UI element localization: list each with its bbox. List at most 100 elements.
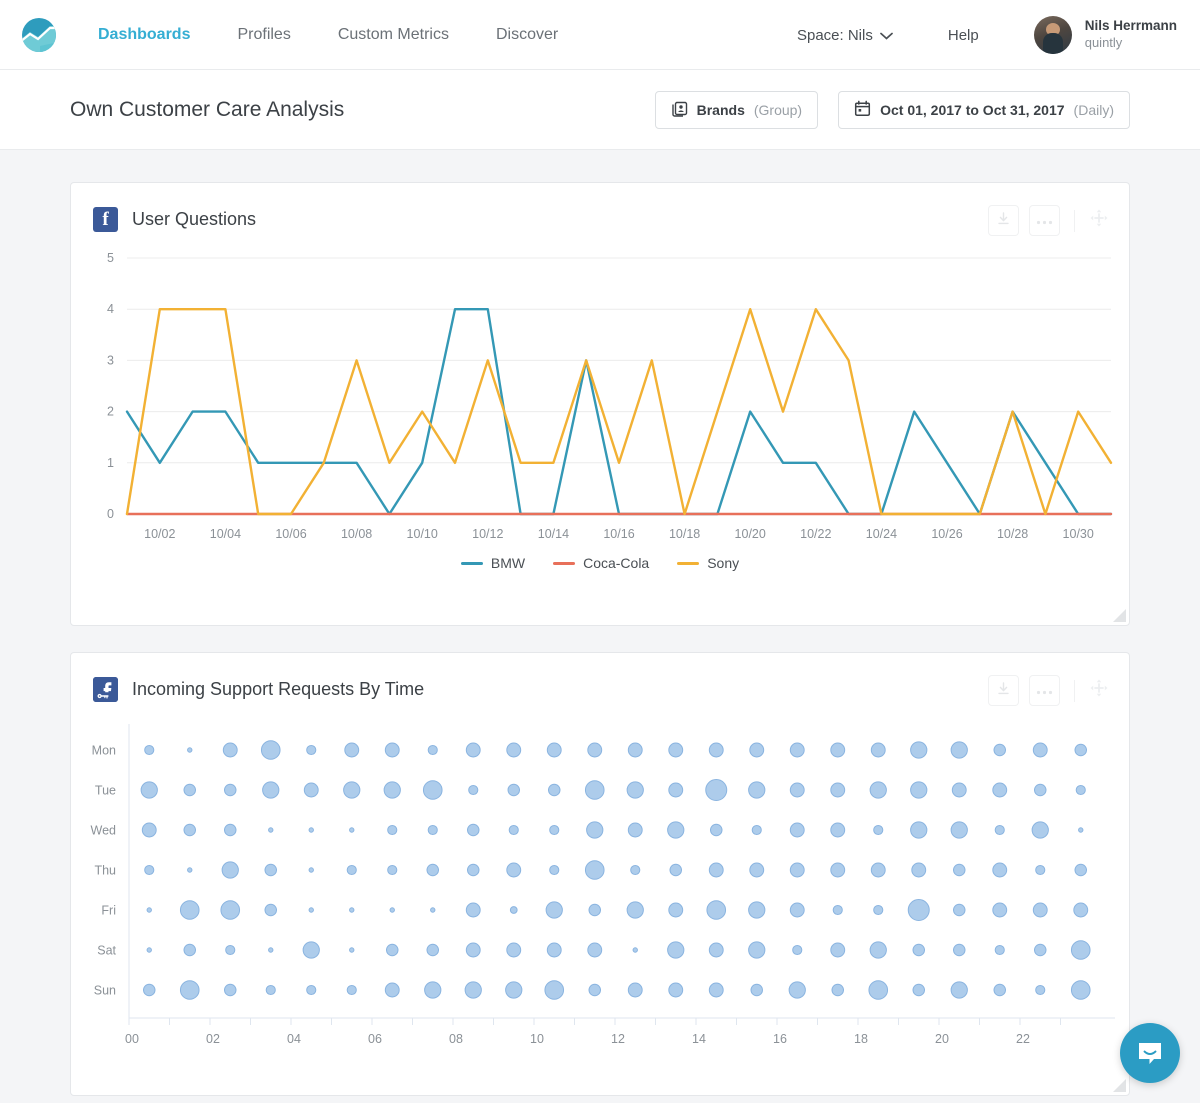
- main-nav: Dashboards Profiles Custom Metrics Disco…: [98, 26, 605, 44]
- legend-item-sony[interactable]: Sony: [677, 555, 739, 571]
- svg-text:10/16: 10/16: [603, 527, 634, 541]
- support-requests-bubble-chart[interactable]: Mon Tue Wed Thu Fri Sat Sun 00 02 04 06 08 10 12 14 16 1…: [81, 714, 1121, 1084]
- legend-label: Sony: [707, 555, 740, 571]
- legend-label: Coca-Cola: [583, 555, 650, 571]
- svg-text:10/26: 10/26: [931, 527, 962, 541]
- card-title: User Questions: [132, 209, 257, 229]
- svg-text:3: 3: [107, 353, 114, 367]
- svg-text:10/02: 10/02: [144, 527, 175, 541]
- legend-item-bmw[interactable]: BMW: [460, 555, 526, 571]
- help-link[interactable]: Help: [948, 27, 979, 44]
- svg-text:Tue: Tue: [95, 784, 116, 798]
- move-handle-button[interactable]: [1089, 208, 1109, 233]
- dashboard-content: f User Questions 0 1 2 3 4 5 10/02 10/04…: [0, 150, 1200, 1096]
- user-info: Nils Herrmann quintly: [1085, 18, 1177, 52]
- svg-text:04: 04: [287, 1032, 301, 1046]
- user-name: Nils Herrmann: [1084, 18, 1177, 34]
- intercom-chat-button[interactable]: [1120, 1023, 1180, 1083]
- card-resize-handle[interactable]: [1112, 1078, 1126, 1092]
- svg-text:10/12: 10/12: [472, 527, 503, 541]
- download-icon: [996, 211, 1011, 231]
- card-header: f User Questions: [71, 183, 1129, 238]
- more-options-icon: [1036, 212, 1053, 230]
- group-filter-suffix: (Group): [753, 101, 803, 118]
- svg-text:10/22: 10/22: [800, 527, 831, 541]
- card-toolbar: [988, 675, 1109, 706]
- svg-text:5: 5: [107, 251, 114, 265]
- user-questions-line-chart[interactable]: 0 1 2 3 4 5 10/02 10/04 10/06 10/08 10/10 10/12 10/1…: [81, 244, 1121, 544]
- space-selector-label: Space: Nils: [796, 26, 873, 44]
- svg-text:1: 1: [107, 456, 114, 470]
- svg-text:10/08: 10/08: [341, 527, 372, 541]
- svg-text:Mon: Mon: [92, 744, 116, 758]
- line-chart-area: 0 1 2 3 4 5 10/02 10/04 10/06 10/08 10/10 10/12 10/1…: [71, 238, 1129, 549]
- svg-text:00: 00: [125, 1032, 139, 1046]
- move-handle-button[interactable]: [1089, 678, 1109, 703]
- svg-text:02: 02: [206, 1032, 220, 1046]
- calendar-icon: [854, 100, 871, 120]
- svg-text:Wed: Wed: [91, 824, 117, 838]
- date-range-button[interactable]: Oct 01, 2017 to Oct 31, 2017 (Daily): [838, 90, 1130, 129]
- card-title: Incoming Support Requests By Time: [132, 679, 425, 699]
- svg-text:10/18: 10/18: [669, 527, 700, 541]
- card-toolbar: [988, 205, 1109, 236]
- chevron-down-icon: [880, 27, 893, 44]
- svg-text:0: 0: [107, 507, 114, 521]
- bubble-chart-area: Mon Tue Wed Thu Fri Sat Sun 00 02 04 06 08 10 12 14 16 1…: [71, 708, 1129, 1089]
- svg-text:Sat: Sat: [97, 944, 116, 958]
- svg-text:10/28: 10/28: [997, 527, 1028, 541]
- move-handle-icon: [1090, 209, 1108, 227]
- facebook-icon: f: [93, 207, 118, 232]
- download-button[interactable]: [988, 205, 1019, 236]
- svg-text:10/10: 10/10: [407, 527, 438, 541]
- svg-text:10/20: 10/20: [735, 527, 766, 541]
- group-icon: [671, 100, 688, 120]
- top-navigation-bar: Dashboards Profiles Custom Metrics Disco…: [0, 0, 1200, 70]
- svg-text:10/24: 10/24: [866, 527, 897, 541]
- nav-item-discover[interactable]: Discover: [496, 26, 558, 44]
- chat-bubble-icon: [1139, 1043, 1161, 1064]
- group-filter-button[interactable]: Brands (Group): [654, 90, 819, 129]
- svg-text:4: 4: [107, 302, 114, 316]
- date-range-suffix: (Daily): [1073, 101, 1114, 118]
- legend-swatch: [460, 561, 483, 565]
- card-user-questions: f User Questions 0 1 2 3 4 5 10/02 10/04…: [70, 182, 1130, 626]
- chart-legend: BMW Coca-Cola Sony: [71, 549, 1129, 595]
- more-options-icon: [1036, 682, 1053, 700]
- card-incoming-support-requests: Incoming Support Requests By Time Mon Tu…: [70, 652, 1130, 1096]
- date-range-label: Oct 01, 2017 to Oct 31, 2017: [880, 101, 1065, 118]
- toolbar-divider: [1074, 209, 1075, 232]
- svg-text:10/30: 10/30: [1063, 527, 1094, 541]
- user-menu[interactable]: Nils Herrmann quintly: [1033, 16, 1177, 54]
- more-options-button[interactable]: [1029, 675, 1060, 706]
- quintly-logo[interactable]: [20, 16, 58, 54]
- legend-label: BMW: [490, 555, 526, 571]
- download-button[interactable]: [988, 675, 1019, 706]
- nav-right-section: Space: Nils Help Nils Herrmann quintly: [797, 0, 1200, 70]
- svg-text:Thu: Thu: [94, 864, 116, 878]
- svg-text:06: 06: [368, 1032, 382, 1046]
- nav-item-profiles[interactable]: Profiles: [237, 26, 290, 44]
- svg-text:10/14: 10/14: [538, 527, 569, 541]
- svg-text:Sun: Sun: [94, 984, 116, 998]
- dashboard-filters: Brands (Group) Oct 01, 2017 to Oct 31, 2…: [654, 90, 1130, 129]
- download-icon: [996, 681, 1011, 701]
- legend-swatch: [677, 561, 700, 565]
- card-header: Incoming Support Requests By Time: [71, 653, 1129, 708]
- nav-item-custom-metrics[interactable]: Custom Metrics: [338, 26, 449, 44]
- svg-text:08: 08: [449, 1032, 463, 1046]
- svg-text:10/06: 10/06: [275, 527, 306, 541]
- svg-text:20: 20: [935, 1032, 949, 1046]
- svg-text:16: 16: [773, 1032, 787, 1046]
- svg-text:10: 10: [530, 1032, 544, 1046]
- legend-item-coca-cola[interactable]: Coca-Cola: [553, 555, 649, 571]
- svg-text:Fri: Fri: [101, 904, 116, 918]
- svg-text:2: 2: [107, 405, 114, 419]
- card-resize-handle[interactable]: [1112, 608, 1126, 622]
- svg-text:22: 22: [1016, 1032, 1030, 1046]
- facebook-private-icon: [93, 677, 118, 702]
- more-options-button[interactable]: [1029, 205, 1060, 236]
- nav-item-dashboards[interactable]: Dashboards: [98, 26, 190, 44]
- space-selector[interactable]: Space: Nils: [797, 27, 893, 44]
- legend-swatch: [553, 561, 576, 565]
